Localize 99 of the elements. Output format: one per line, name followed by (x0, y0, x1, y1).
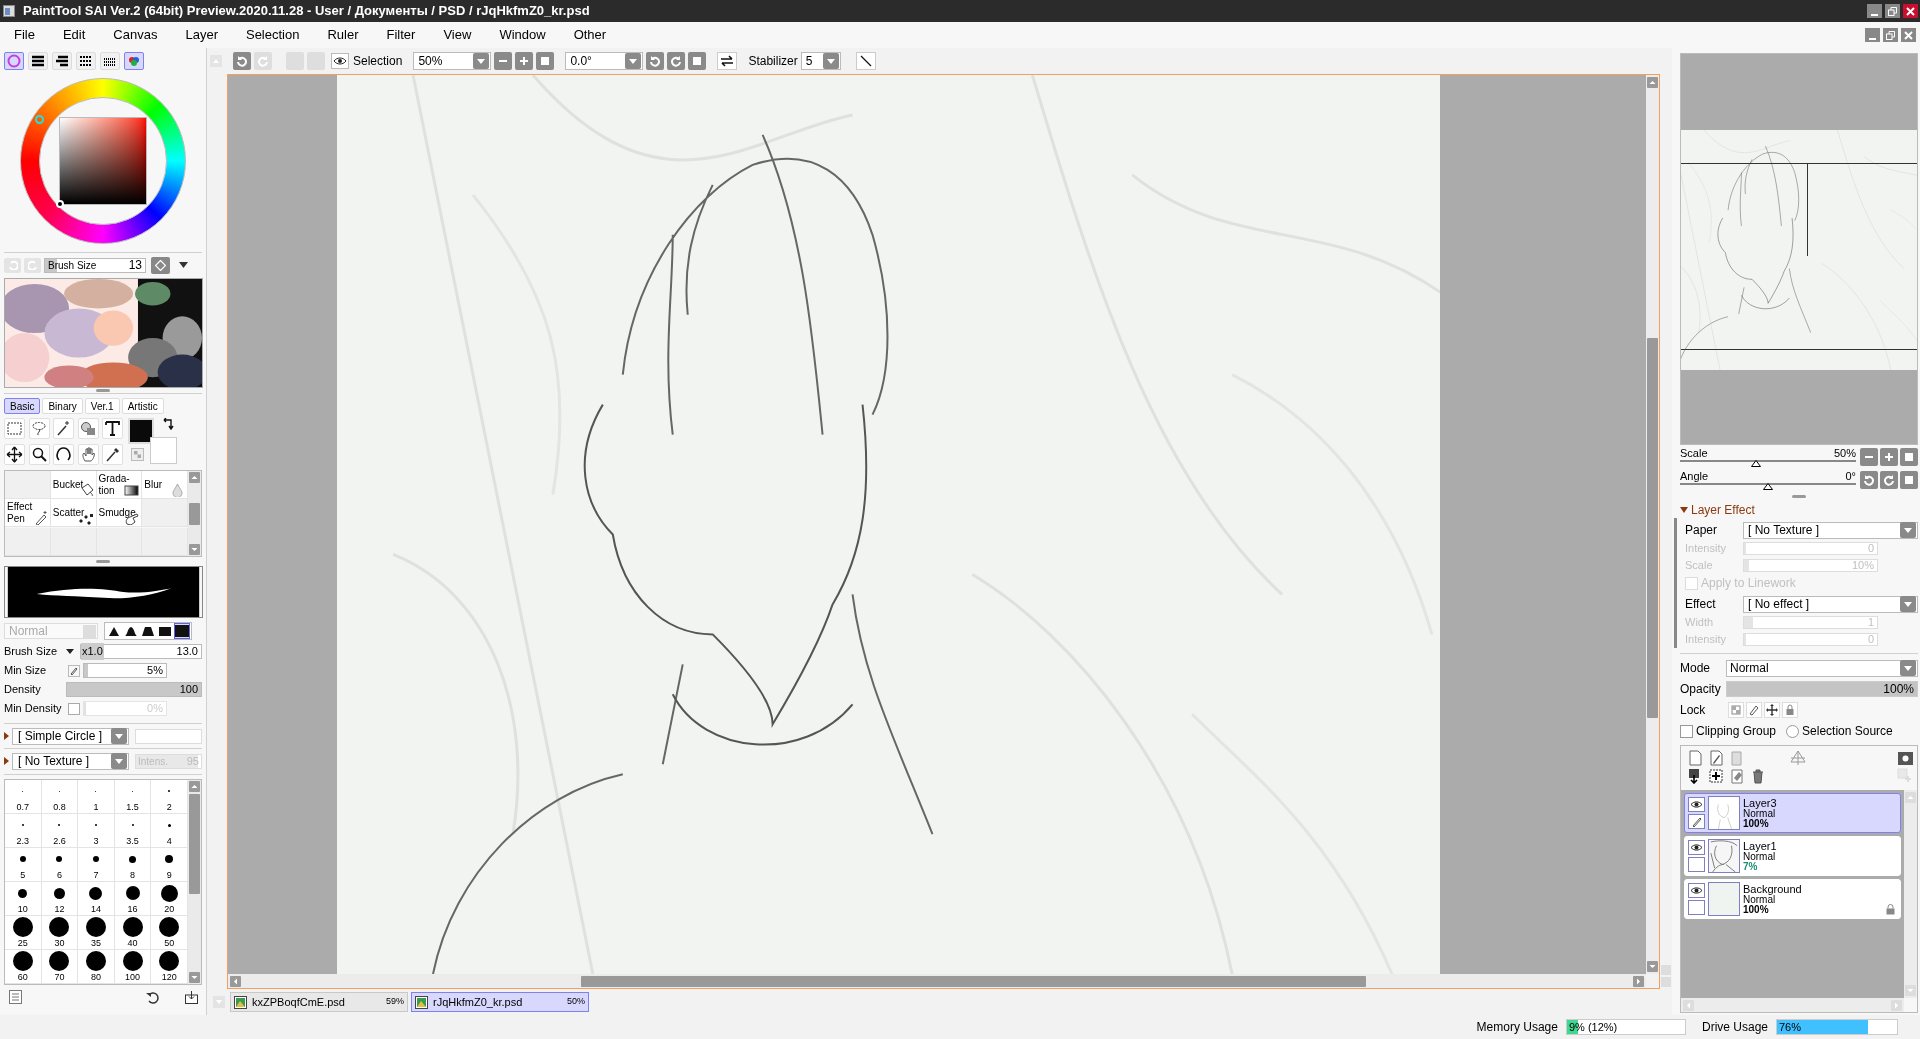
navigator-value: 50% (1833, 447, 1856, 459)
brush-size-preset[interactable]: 5 (5, 848, 42, 882)
brush-size-preset[interactable]: 7 (78, 848, 115, 882)
document-tab[interactable]: rJqHkfmZ0_kr.psd 50% (411, 992, 589, 1012)
layer-opacity: 100% (1743, 819, 1770, 829)
brush-size-preset[interactable]: 2 (151, 780, 188, 814)
menu-item[interactable]: Selection (237, 25, 308, 45)
brush-slot[interactable]: Blur (142, 471, 188, 499)
navigator-label: Angle (1680, 470, 1710, 482)
brush-size-preset[interactable]: 12 (41, 882, 79, 916)
menu-item[interactable]: Layer (177, 25, 226, 45)
stabilizer-label: Stabilizer (748, 53, 798, 70)
brush-size-preset[interactable]: 20 (151, 882, 188, 916)
brush-size-preset[interactable]: 40 (114, 916, 152, 950)
brush-size-preset[interactable]: 3 (78, 814, 115, 848)
effect-dropdown[interactable]: [ No effect ] (1743, 595, 1918, 613)
setting-label: Brush Size (4, 644, 59, 660)
mode-label: Mode (1680, 660, 1712, 677)
navigator-value: 0° (1845, 470, 1856, 482)
layer-mode-dropdown[interactable]: Normal (1726, 659, 1918, 677)
brush-size-input[interactable]: x1.0 13.0 (80, 644, 202, 659)
radio-option[interactable]: Selection Source (1786, 722, 1893, 740)
drive-usage-bar: 76% (1776, 1019, 1898, 1035)
effect-label: Paper (1685, 522, 1719, 539)
brush-slot[interactable]: Scatter (50, 499, 97, 528)
brush-size-preset[interactable]: 100 (114, 950, 152, 984)
brush-size-preset[interactable]: 8 (114, 848, 152, 882)
brush-size-preset[interactable]: 6 (41, 848, 79, 882)
menu-item[interactable]: Canvas (105, 25, 166, 45)
brush-size-preset[interactable]: 50 (151, 916, 188, 950)
brush-size-preset[interactable]: 16 (114, 882, 152, 916)
brush-size-preset[interactable]: 80 (78, 950, 115, 984)
brush-size-preset[interactable]: 30 (41, 916, 79, 950)
stabilizer-dropdown[interactable]: 5 (800, 52, 841, 70)
brush-size-preset[interactable]: 25 (5, 916, 42, 950)
layer-row[interactable]: Layer3 Normal 100% (1684, 793, 1901, 833)
brush-size-preset[interactable]: 35 (78, 916, 115, 950)
brush-size-preset[interactable]: 0.7 (5, 780, 42, 814)
menu-item[interactable]: Edit (54, 25, 94, 45)
layer-name: Layer3 (1743, 797, 1777, 809)
menu-item[interactable]: Filter (378, 25, 424, 45)
brush-size-preset[interactable]: 1 (78, 780, 115, 814)
zoom-dropdown[interactable]: 50% (413, 52, 492, 70)
brush-size-preset[interactable]: 9 (151, 848, 188, 882)
opacity-label: Opacity (1680, 681, 1722, 698)
layer-effect-header[interactable]: Layer Effect (1680, 502, 1918, 518)
brush-slot[interactable]: Effect Pen (5, 499, 51, 528)
brush-size-preset[interactable]: 1.5 (114, 780, 152, 814)
layer-row[interactable]: Layer1 Normal 7% (1684, 836, 1901, 876)
menu-item[interactable]: Window (491, 25, 554, 45)
document-tab[interactable]: kxZPBoqfCmE.psd 59% (230, 992, 408, 1012)
menu-item[interactable]: File (6, 25, 43, 45)
menu-item[interactable]: View (435, 25, 480, 45)
layer-mode: Normal (1743, 809, 1777, 819)
setting-slider[interactable]: 5% (83, 663, 167, 678)
brush-size-preset[interactable]: 3.5 (114, 814, 152, 848)
setting-label: Density (4, 682, 42, 698)
brush-size-preset[interactable]: 10 (5, 882, 42, 916)
tool-tab[interactable]: Artistic (121, 398, 164, 414)
brush-size-preset[interactable]: 14 (78, 882, 115, 916)
tool-tab[interactable]: Basic (4, 398, 41, 414)
layer-opacity: 100% (1743, 905, 1770, 915)
brush-size-preset[interactable]: 4 (151, 814, 188, 848)
brush-slot[interactable]: Grada- tion (96, 471, 143, 499)
brush-size-field[interactable]: Brush Size 13 (44, 257, 146, 273)
layer-mode: Normal (1743, 895, 1776, 905)
layer-opacity: 7% (1743, 862, 1759, 872)
tool-tab[interactable]: Binary (42, 398, 83, 414)
brush-size-preset[interactable]: 2.6 (41, 814, 79, 848)
menu-item[interactable]: Other (565, 25, 615, 45)
brush-size-preset[interactable]: 70 (41, 950, 79, 984)
navigator-label: Scale (1680, 447, 1709, 459)
setting-label: Min Density (4, 701, 63, 717)
brush-texture-dropdown[interactable]: [ No Texture ] (12, 752, 129, 770)
show-selection-toggle[interactable]: Selection (330, 52, 407, 70)
brush-size-preset[interactable]: 0.8 (41, 780, 79, 814)
drive-usage-label: Drive Usage (1701, 1019, 1768, 1036)
menu-item[interactable]: Ruler (319, 25, 367, 45)
layer-opacity-slider[interactable]: 100% (1726, 681, 1918, 697)
brush-size-preset[interactable]: 2.3 (5, 814, 42, 848)
layer-name: Background (1743, 883, 1802, 895)
layer-name: Layer1 (1743, 840, 1777, 852)
tool-tab[interactable]: Ver.1 (84, 398, 120, 414)
brush-slot[interactable]: Bucket (50, 471, 97, 499)
brush-size-preset[interactable]: 60 (5, 950, 42, 984)
brush-shape-dropdown[interactable]: [ Simple Circle ] (12, 727, 129, 745)
effect-dropdown[interactable]: [ No Texture ] (1743, 521, 1918, 539)
checkbox-option[interactable]: Clipping Group (1680, 722, 1777, 740)
brush-size-preset[interactable]: 120 (151, 950, 188, 984)
setting-label: Min Size (4, 663, 48, 679)
angle-dropdown[interactable]: 0.0° (565, 52, 644, 70)
window-title: PaintTool SAI Ver.2 (64bit) Preview.2020.11.28 - User / Документы / PSD / rJqHkfmZ0_kr.psd (23, 2, 590, 21)
effect-label: Effect (1685, 596, 1717, 613)
layer-mode: Normal (1743, 852, 1777, 862)
lock-label: Lock (1680, 702, 1707, 719)
brush-slot[interactable]: Smudge (96, 499, 143, 528)
setting-slider[interactable]: 100 (66, 682, 202, 697)
memory-usage-label: Memory Usage (1476, 1019, 1558, 1036)
layer-row[interactable]: Background Normal 100% (1684, 879, 1901, 919)
